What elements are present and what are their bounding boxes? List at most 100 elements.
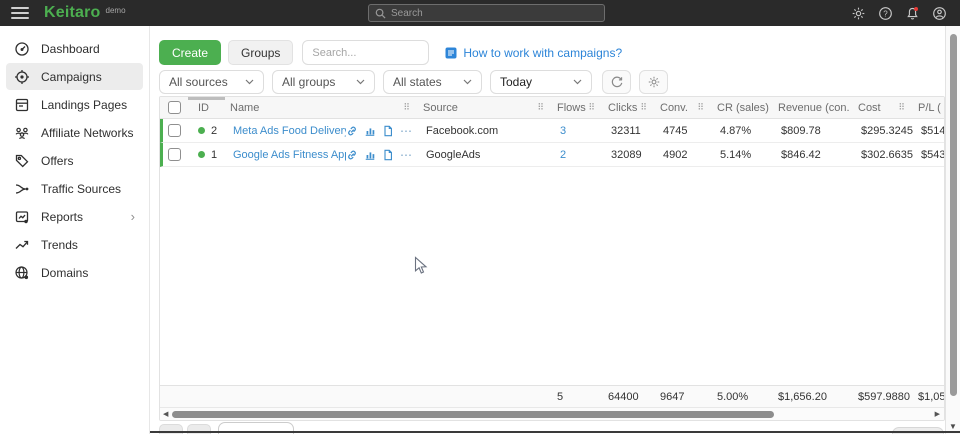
help-link-wrap[interactable]: How to work with campaigns? [445,46,622,60]
sidebar-item-label: Offers [41,154,73,168]
notifications-bell-icon[interactable] [905,6,920,21]
stats-chart-icon[interactable] [364,149,376,161]
row-checkbox[interactable] [168,124,181,137]
date-range-select[interactable]: Today [490,70,592,94]
sidebar-item-label: Domains [41,266,88,280]
global-search-input[interactable] [391,8,598,19]
column-header-name[interactable]: Name⠿ [222,97,415,118]
main-content: Create Groups How to work with campaigns… [151,26,945,434]
states-filter-select[interactable]: All states [383,70,482,94]
table-row[interactable]: 1 Google Ads Fitness App Split ⋯ GoogleA… [160,143,944,167]
drag-handle-icon[interactable]: ⠿ [588,102,594,113]
refresh-button[interactable] [602,70,631,94]
report-file-icon[interactable] [382,125,394,137]
app-logo: Keitaro [44,4,101,22]
date-range-value: Today [500,75,532,89]
sidebar-item-label: Traffic Sources [41,182,121,196]
drag-handle-icon[interactable]: ⠿ [537,102,543,113]
column-header-cr[interactable]: CR (sales)⠿ [709,97,770,118]
table-settings-button[interactable] [639,70,668,94]
revenue-value: $809.78 [773,119,853,142]
cost-value: $295.3245 [853,119,913,142]
scroll-left-arrow-icon[interactable]: ◀ [163,410,168,419]
totals-revenue: $1,656.20 [770,386,850,407]
domains-icon [14,265,30,281]
sidebar-item-traffic-sources[interactable]: Traffic Sources [6,175,143,202]
sidebar-item-offers[interactable]: Offers [6,147,143,174]
hamburger-menu-icon[interactable] [11,7,29,19]
create-button[interactable]: Create [159,40,221,65]
campaigns-search-input[interactable] [302,40,429,65]
horizontal-scrollbar[interactable]: ◀ ▶ [160,407,944,420]
gear-icon [647,75,661,89]
row-actions: ⋯ [346,149,412,161]
totals-flows: 5 [549,386,600,407]
settings-gear-icon[interactable] [851,6,866,21]
scroll-down-arrow-icon[interactable]: ▼ [949,422,957,431]
global-search[interactable] [368,4,605,22]
groups-filter-select[interactable]: All groups [272,70,375,94]
id-sort-indicator [188,97,225,100]
select-all-checkbox[interactable] [168,101,181,114]
sidebar-item-label: Dashboard [41,42,100,56]
copy-link-icon[interactable] [346,125,358,137]
pl-value: $543 [913,143,944,166]
account-avatar-icon[interactable] [932,6,947,21]
campaigns-toolbar: Create Groups How to work with campaigns… [159,40,622,65]
sources-filter-select[interactable]: All sources [159,70,264,94]
campaign-name-link[interactable]: Meta Ads Food Delivery Promo [233,125,346,137]
stats-chart-icon[interactable] [364,125,376,137]
conversions-value: 4745 [655,119,712,142]
filters-row: All sources All groups All states Today [159,70,668,94]
landings-pages-icon [14,97,30,113]
horizontal-scrollbar-thumb[interactable] [172,411,774,418]
copy-link-icon[interactable] [346,149,358,161]
flows-link[interactable]: 2 [560,149,566,161]
sidebar-item-reports[interactable]: Reports › [6,203,143,230]
sidebar-item-campaigns[interactable]: Campaigns [6,63,143,90]
drag-handle-icon[interactable]: ⠿ [640,102,646,113]
scroll-right-arrow-icon[interactable]: ▶ [935,410,940,419]
table-empty-area [160,167,944,385]
chevron-down-icon [245,79,254,85]
sidebar-item-trends[interactable]: Trends [6,231,143,258]
help-icon[interactable]: ? [878,6,893,21]
table-row[interactable]: 2 Meta Ads Food Delivery Promo ⋯ Faceboo… [160,119,944,143]
drag-handle-icon[interactable]: ⠿ [697,102,703,113]
topbar-icons: ? [851,0,947,26]
how-to-work-link[interactable]: How to work with campaigns? [463,46,622,60]
drag-handle-icon[interactable]: ⠿ [898,102,904,113]
sidebar-item-domains[interactable]: Domains [6,259,143,286]
top-bar: Keitaro demo ? [0,0,960,26]
row-checkbox[interactable] [168,148,181,161]
chevron-right-icon: › [131,210,135,223]
sidebar-item-label: Affiliate Networks [41,126,133,140]
clicks-value: 32089 [603,143,655,166]
vertical-scrollbar-thumb[interactable] [950,34,957,396]
groups-filter-value: All groups [282,75,335,89]
vertical-scrollbar[interactable]: ▼ [945,26,960,434]
report-file-icon[interactable] [382,149,394,161]
campaign-source: Facebook.com [418,119,552,142]
column-header-flows[interactable]: Flows⠿ [549,97,600,118]
column-header-clicks[interactable]: Clicks⠿ [600,97,652,118]
column-header-conv[interactable]: Conv.⠿ [652,97,709,118]
column-header-cost[interactable]: Cost⠿ [850,97,910,118]
drag-handle-icon[interactable]: ⠿ [403,102,409,113]
groups-button[interactable]: Groups [228,40,293,65]
column-header-source[interactable]: Source⠿ [415,97,549,118]
flows-link[interactable]: 3 [560,125,566,137]
sidebar-item-dashboard[interactable]: Dashboard [6,35,143,62]
campaign-id: 2 [211,125,217,137]
totals-clicks: 64400 [600,386,652,407]
sidebar-item-landings-pages[interactable]: Landings Pages [6,91,143,118]
column-header-revenue[interactable]: Revenue (con...⠿ [770,97,850,118]
cr-value: 4.87% [712,119,773,142]
sidebar-item-affiliate-networks[interactable]: Affiliate Networks [6,119,143,146]
bottom-divider [150,431,960,433]
totals-cost: $597.9880 [850,386,910,407]
campaign-name-link[interactable]: Google Ads Fitness App Split [233,149,346,161]
column-header-pl[interactable]: P/L ( [910,97,944,118]
column-header-id[interactable]: ID [190,97,222,118]
chevron-down-icon [573,79,582,85]
